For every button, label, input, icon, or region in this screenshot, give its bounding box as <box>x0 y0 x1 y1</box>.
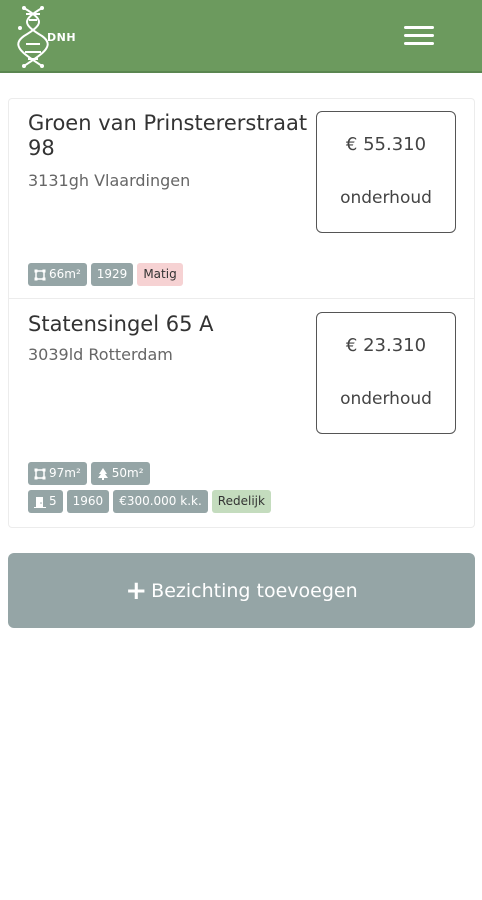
floorplan-icon <box>34 468 46 479</box>
price-box[interactable]: € 23.310 onderhoud <box>316 312 456 434</box>
logo-text: DNH <box>47 31 77 44</box>
price-value: € 55.310 <box>345 134 427 155</box>
tag-row: 97m² 50m² <box>28 462 150 485</box>
rooms-tag: 5 <box>28 490 63 513</box>
area-value: 97m² <box>49 466 81 480</box>
price-box[interactable]: € 55.310 onderhoud <box>316 111 456 233</box>
year-tag: 1960 <box>66 490 110 513</box>
condition-tag: Matig <box>137 263 183 286</box>
add-viewing-label: Bezichting toevoegen <box>151 579 358 602</box>
asking-price-tag: €300.000 k.k. <box>113 490 208 513</box>
year-tag: 1929 <box>90 263 134 286</box>
tree-icon <box>97 467 108 480</box>
tag-row: 5 1960 €300.000 k.k. Redelijk <box>28 490 271 513</box>
listing-street: Groen van Prinstererstraat 98 <box>28 111 308 160</box>
area-value: 66m² <box>49 267 81 281</box>
price-label: onderhoud <box>340 188 432 208</box>
rooms-value: 5 <box>49 494 57 508</box>
tag-row: 66m² 1929 Matig <box>28 263 183 286</box>
listing-city: 3131gh Vlaardingen <box>28 171 191 190</box>
listing-street: Statensingel 65 A <box>28 312 214 336</box>
top-navbar: DNH <box>0 0 482 73</box>
price-value: € 23.310 <box>345 335 427 356</box>
area-tag: 66m² <box>28 263 87 286</box>
listing-card[interactable]: Statensingel 65 A 3039ld Rotterdam € 23.… <box>9 300 474 528</box>
garden-value: 50m² <box>111 466 144 480</box>
condition-tag: Redelijk <box>211 490 271 513</box>
listing-city: 3039ld Rotterdam <box>28 345 173 364</box>
listing-list: Groen van Prinstererstraat 98 3131gh Vla… <box>8 98 475 528</box>
door-icon <box>34 496 46 508</box>
price-label: onderhoud <box>340 389 432 409</box>
garden-tag: 50m² <box>90 462 150 485</box>
listing-card[interactable]: Groen van Prinstererstraat 98 3131gh Vla… <box>9 99 474 299</box>
plus-icon: + <box>125 575 148 606</box>
hamburger-menu-icon[interactable] <box>404 24 434 48</box>
floorplan-icon <box>34 269 46 280</box>
add-viewing-button[interactable]: + Bezichting toevoegen <box>8 553 475 628</box>
area-tag: 97m² <box>28 462 87 485</box>
